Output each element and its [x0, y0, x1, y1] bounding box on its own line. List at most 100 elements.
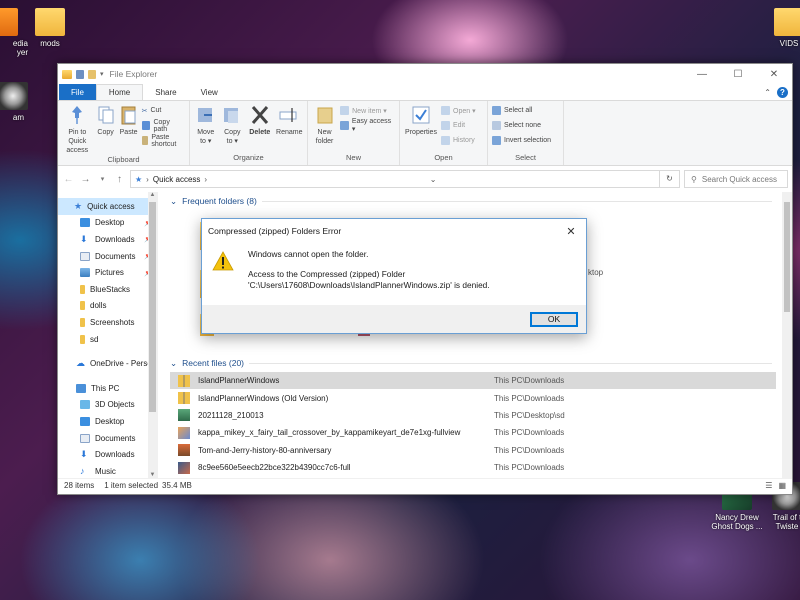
select-none-button[interactable]: Select none — [492, 119, 551, 132]
ok-button[interactable]: OK — [530, 311, 578, 327]
breadcrumb-quick-access[interactable]: Quick access — [153, 175, 201, 184]
dialog-title-bar[interactable]: Compressed (zipped) Folders Error ✕ — [202, 219, 586, 243]
computer-icon — [76, 383, 86, 393]
tab-home[interactable]: Home — [95, 84, 144, 100]
new-folder-icon[interactable] — [88, 69, 96, 79]
properties-icon[interactable] — [76, 69, 84, 79]
easy-access-button[interactable]: Easy access ▾ — [340, 118, 395, 133]
maximize-button[interactable]: ☐ — [720, 64, 756, 84]
large-icons-view-icon[interactable]: ▦ — [778, 481, 786, 490]
nav-dolls[interactable]: dolls — [58, 298, 157, 315]
status-size: 35.4 MB — [162, 481, 192, 490]
navigation-scrollbar[interactable]: ▲ ▼ — [148, 192, 157, 478]
content-scrollbar[interactable] — [782, 192, 792, 478]
nav-music[interactable]: ♪ Music — [58, 463, 157, 480]
paste-icon — [121, 106, 136, 125]
refresh-icon[interactable]: ↻ — [659, 171, 679, 187]
search-placeholder: Search Quick access — [701, 174, 777, 184]
tab-file[interactable]: File — [59, 84, 96, 100]
desktop-icon — [80, 218, 90, 228]
nav-label: dolls — [90, 301, 107, 311]
copy-path-button[interactable]: Copy path — [141, 119, 185, 133]
tab-share[interactable]: Share — [143, 84, 188, 100]
list-item[interactable]: Tom-and-Jerry-history-80-anniversary Thi… — [170, 442, 776, 459]
close-button[interactable]: ✕ — [756, 64, 792, 84]
paste-button[interactable]: Paste — [119, 104, 139, 155]
frequent-folder-partial-label: ktop — [588, 268, 604, 277]
paste-shortcut-button[interactable]: Paste shortcut — [141, 134, 185, 148]
nav-label: Downloads — [95, 234, 135, 244]
nav-pc-documents[interactable]: Documents — [58, 430, 157, 447]
nav-pictures[interactable]: Pictures 📌 — [58, 264, 157, 281]
dialog-close-button[interactable]: ✕ — [556, 225, 586, 238]
select-all-label: Select all — [504, 107, 533, 114]
title-bar[interactable]: ▾ File Explorer — ☐ ✕ — [58, 64, 792, 84]
cut-button[interactable]: ✂ Cut — [142, 104, 185, 117]
nav-quick-access[interactable]: ★ Quick access — [58, 198, 157, 215]
copy-button[interactable]: Copy — [96, 104, 116, 155]
scroll-down-icon[interactable]: ▼ — [148, 472, 157, 478]
expand-ribbon-chevron-icon[interactable]: ⌃ — [764, 88, 771, 97]
ribbon-home: Pin to Quick access Copy Paste ✂ Cut Copy… — [58, 100, 792, 166]
help-icon[interactable]: ? — [777, 86, 788, 98]
nav-bluestacks[interactable]: BlueStacks — [58, 281, 157, 298]
properties-button[interactable]: Properties — [404, 104, 438, 153]
open-button[interactable]: Open ▾ — [441, 104, 476, 117]
search-box[interactable]: ⚲ Search Quick access — [684, 170, 788, 188]
tab-view[interactable]: View — [189, 84, 230, 100]
nav-documents[interactable]: Documents 📌 — [58, 248, 157, 265]
rename-button[interactable]: Rename — [276, 104, 303, 153]
list-item[interactable]: 8c9ee560e5eecb22bce322b4390cc7c6-full Th… — [170, 459, 776, 476]
new-folder-button[interactable]: New folder — [312, 104, 337, 153]
edit-button[interactable]: Edit — [441, 119, 476, 132]
recent-locations-chevron-icon[interactable]: ▾ — [96, 175, 109, 183]
nav-screenshots[interactable]: Screenshots — [58, 314, 157, 331]
desktop-icon-steam[interactable]: am — [0, 82, 32, 122]
copy-to-button[interactable]: Copy to ▾ — [221, 104, 245, 153]
list-item[interactable]: IslandPlannerWindows This PC\Downloads — [170, 372, 776, 390]
nav-label: Pictures — [95, 268, 124, 278]
list-item[interactable]: IslandPlannerWindows (Old Version) This … — [170, 389, 776, 406]
nav-onedrive[interactable]: ☁ OneDrive - Person — [58, 355, 157, 372]
folder-icon — [35, 8, 65, 36]
pin-to-quick-access-button[interactable]: Pin to Quick access — [62, 104, 93, 155]
recent-files-header[interactable]: ⌄ Recent files (20) — [170, 354, 792, 372]
delete-button[interactable]: Delete — [247, 104, 272, 153]
media-player-icon — [0, 8, 18, 36]
back-arrow-icon[interactable]: ← — [62, 174, 75, 185]
scrollbar-thumb[interactable] — [784, 202, 790, 312]
nav-this-pc[interactable]: This PC — [58, 380, 157, 397]
desktop-icon-vids[interactable]: VIDS — [760, 8, 800, 48]
address-field[interactable]: ★ › Quick access › ⌄ ↻ — [130, 170, 680, 188]
select-all-button[interactable]: Select all — [492, 104, 551, 117]
desktop-icon-mods[interactable]: mods — [21, 8, 79, 48]
details-view-icon[interactable]: ☰ — [765, 481, 772, 490]
forward-arrow-icon[interactable]: → — [79, 174, 92, 185]
recent-files-list: IslandPlannerWindows This PC\Downloads I… — [170, 372, 792, 476]
frequent-folders-header[interactable]: ⌄ Frequent folders (8) — [170, 192, 792, 210]
history-button[interactable]: History — [441, 134, 476, 147]
nav-desktop[interactable]: Desktop 📌 — [58, 215, 157, 232]
new-item-icon — [340, 106, 350, 115]
new-folder-label: New folder — [315, 129, 334, 145]
nav-pc-downloads[interactable]: ⬇ Downloads — [58, 446, 157, 463]
list-item[interactable]: 20211128_210013 This PC\Desktop\sd — [170, 407, 776, 424]
invert-selection-button[interactable]: Invert selection — [492, 134, 551, 147]
list-item[interactable]: kappa_mikey_x_fairy_tail_crossover_by_ka… — [170, 424, 776, 441]
nav-sd[interactable]: sd — [58, 331, 157, 348]
nav-3d-objects[interactable]: 3D Objects — [58, 397, 157, 414]
new-item-label: New item ▾ — [352, 107, 387, 115]
cut-label: Cut — [150, 107, 162, 114]
nav-downloads[interactable]: ⬇ Downloads 📌 — [58, 231, 157, 248]
address-history-chevron-icon[interactable]: ⌄ — [426, 175, 440, 184]
nav-pc-desktop[interactable]: Desktop — [58, 413, 157, 430]
scrollbar-thumb[interactable] — [149, 202, 156, 412]
desktop-icon-label: VIDS — [779, 39, 799, 48]
scroll-up-icon[interactable]: ▲ — [148, 192, 157, 198]
move-to-button[interactable]: Move to ▾ — [194, 104, 218, 153]
new-item-button[interactable]: New item ▾ — [340, 104, 395, 117]
breadcrumb-separator[interactable]: › — [204, 175, 207, 184]
customize-toolbar-chevron-icon[interactable]: ▾ — [100, 70, 104, 78]
up-arrow-icon[interactable]: ↑ — [113, 174, 126, 185]
minimize-button[interactable]: — — [684, 64, 720, 84]
